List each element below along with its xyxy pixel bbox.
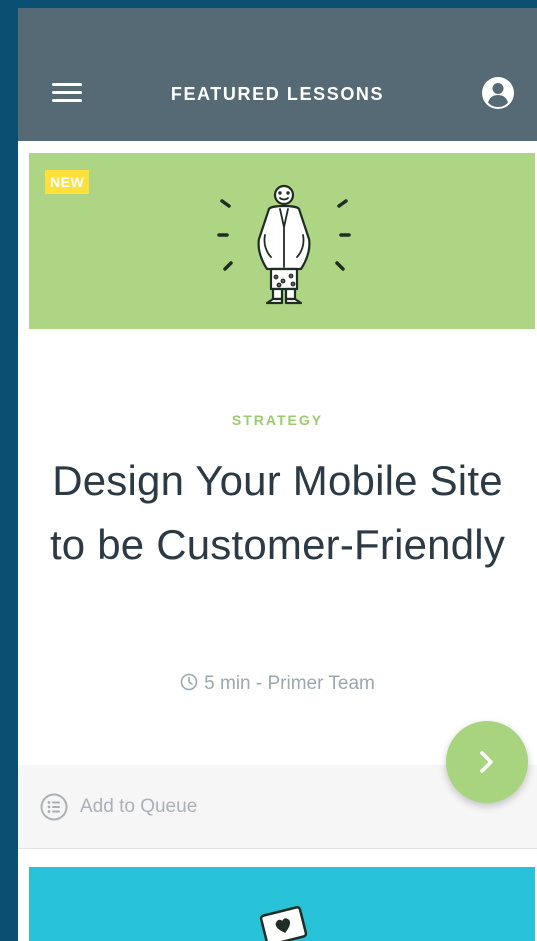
account-circle-icon[interactable] [481, 76, 515, 110]
queue-list-icon [40, 793, 68, 821]
next-lesson-button[interactable] [446, 721, 528, 803]
page-title: FEATURED LESSONS [170, 84, 385, 104]
lesson-feed: NEW STRATEGY Design Your Mobile Site to … [18, 141, 537, 941]
lesson-category: STRATEGY [231, 412, 324, 428]
lesson-hero-image: NEW [29, 153, 535, 329]
lesson-title: Design Your Mobile Site to be Customer-F… [49, 457, 506, 568]
add-to-queue-label: Add to Queue [80, 796, 198, 817]
next-lesson-card[interactable] [29, 867, 535, 941]
lesson-meta: 5 min - Primer Team [18, 672, 537, 696]
chevron-right-icon [480, 751, 493, 773]
app-bar: FEATURED LESSONS [18, 8, 537, 141]
phone-screen: FEATURED LESSONS NEW STRATEGY Design You… [18, 8, 537, 941]
new-badge: NEW [45, 170, 90, 194]
heart-card-icon [259, 906, 308, 941]
app-stage: FEATURED LESSONS NEW STRATEGY Design You… [0, 0, 537, 941]
account-icon-graphic [482, 77, 514, 109]
lesson-meta-text: 5 min - Primer Team [204, 673, 375, 694]
businessman-illustration-icon [217, 184, 351, 305]
clock-icon [180, 673, 198, 691]
lesson-card[interactable]: NEW STRATEGY Design Your Mobile Site to … [18, 141, 537, 852]
